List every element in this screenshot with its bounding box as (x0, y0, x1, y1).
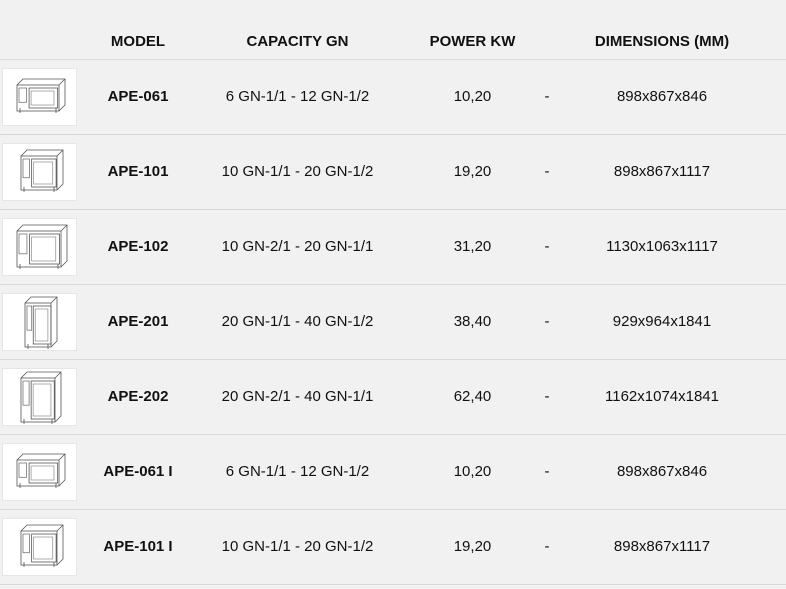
model-cell: APE-101 (107, 163, 169, 180)
dimensions-cell: 898x867x1117 (613, 538, 711, 555)
model-cell: APE-061 (107, 88, 169, 105)
separator-cell: - (544, 463, 550, 480)
capacity-cell: 10 GN-1/1 - 20 GN-1/2 (221, 538, 374, 555)
product-image[interactable] (2, 293, 77, 351)
header-model: MODEL (110, 33, 166, 50)
separator-cell: - (544, 88, 550, 105)
table-body: APE-061 6 GN-1/1 - 12 GN-1/2 10,20 - 898… (0, 60, 786, 585)
capacity-cell: 20 GN-2/1 - 40 GN-1/1 (221, 388, 374, 405)
model-cell: APE-061 I (103, 463, 173, 480)
oven-medium-icon (3, 519, 76, 575)
dimensions-cell: 929x964x1841 (612, 313, 712, 330)
table-row: APE-202 20 GN-2/1 - 40 GN-1/1 62,40 - 11… (0, 360, 786, 435)
model-cell: APE-202 (107, 388, 169, 405)
header-dimensions: DIMENSIONS (MM) (594, 33, 730, 50)
header-capacity: CAPACITY GN (246, 33, 349, 50)
product-table: MODEL CAPACITY GN POWER KW DIMENSIONS (M… (0, 0, 786, 585)
power-cell: 31,20 (453, 238, 492, 255)
product-image[interactable] (2, 443, 77, 501)
dimensions-cell: 1162x1074x1841 (605, 388, 719, 405)
separator-cell: - (544, 388, 550, 405)
model-cell: APE-201 (107, 313, 169, 330)
header-power: POWER KW (429, 33, 516, 50)
dimensions-cell: 898x867x1117 (613, 163, 711, 180)
dimensions-cell: 898x867x846 (616, 463, 708, 480)
capacity-cell: 10 GN-1/1 - 20 GN-1/2 (221, 163, 374, 180)
separator-cell: - (544, 313, 550, 330)
product-image[interactable] (2, 143, 77, 201)
separator-cell: - (544, 538, 550, 555)
power-cell: 10,20 (453, 463, 492, 480)
power-cell: 62,40 (453, 388, 492, 405)
model-cell: APE-102 (107, 238, 169, 255)
product-image[interactable] (2, 218, 77, 276)
oven-medium-icon (3, 144, 76, 200)
oven-compact-icon (3, 69, 76, 125)
oven-wide-icon (3, 219, 76, 275)
table-row: APE-101 10 GN-1/1 - 20 GN-1/2 19,20 - 89… (0, 135, 786, 210)
power-cell: 19,20 (453, 163, 492, 180)
oven-tall-wide-icon (3, 369, 76, 425)
model-cell: APE-101 I (103, 538, 173, 555)
product-image[interactable] (2, 518, 77, 576)
oven-tall-icon (3, 294, 76, 350)
product-image[interactable] (2, 368, 77, 426)
product-image[interactable] (2, 68, 77, 126)
oven-compact-icon (3, 444, 76, 500)
power-cell: 10,20 (453, 88, 492, 105)
table-row: APE-102 10 GN-2/1 - 20 GN-1/1 31,20 - 11… (0, 210, 786, 285)
table-row: APE-061 6 GN-1/1 - 12 GN-1/2 10,20 - 898… (0, 60, 786, 135)
separator-cell: - (544, 163, 550, 180)
capacity-cell: 6 GN-1/1 - 12 GN-1/2 (225, 88, 370, 105)
table-row: APE-101 I 10 GN-1/1 - 20 GN-1/2 19,20 - … (0, 510, 786, 585)
dimensions-cell: 898x867x846 (616, 88, 708, 105)
capacity-cell: 6 GN-1/1 - 12 GN-1/2 (225, 463, 370, 480)
table-row: APE-061 I 6 GN-1/1 - 12 GN-1/2 10,20 - 8… (0, 435, 786, 510)
capacity-cell: 20 GN-1/1 - 40 GN-1/2 (221, 313, 374, 330)
power-cell: 38,40 (453, 313, 492, 330)
table-row: APE-201 20 GN-1/1 - 40 GN-1/2 38,40 - 92… (0, 285, 786, 360)
capacity-cell: 10 GN-2/1 - 20 GN-1/1 (221, 238, 374, 255)
table-header: MODEL CAPACITY GN POWER KW DIMENSIONS (M… (0, 0, 786, 60)
power-cell: 19,20 (453, 538, 492, 555)
dimensions-cell: 1130x1063x1117 (606, 238, 718, 255)
separator-cell: - (544, 238, 550, 255)
